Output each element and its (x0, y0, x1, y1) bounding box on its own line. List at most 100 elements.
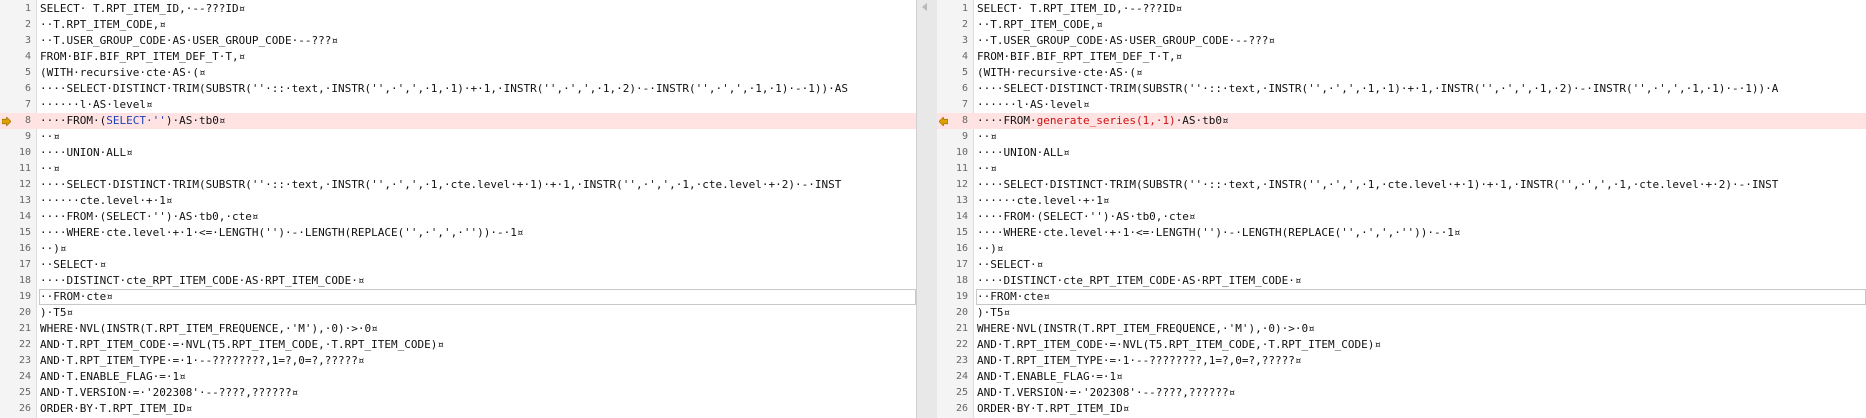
code-text: ······cte.level·+·1¤ (40, 194, 173, 207)
left-code-line[interactable]: 23 AND·T.RPT_ITEM_TYPE·=·1·--????????,1=?… (0, 353, 916, 369)
left-code-line[interactable]: 15 ····WHERE·cte.level·+·1·<=·LENGTH('')·… (0, 225, 916, 241)
code-text: ······l·AS·level¤ (40, 98, 153, 111)
right-code-line[interactable]: 1 SELECT· T.RPT_ITEM_ID,·--???ID¤ (937, 1, 1866, 17)
right-code-line[interactable]: 16 ··)¤ (937, 241, 1866, 257)
line-number: 18 (18, 275, 31, 286)
left-code-line[interactable]: 11 ··¤ (0, 161, 916, 177)
right-code-line[interactable]: 22 AND·T.RPT_ITEM_CODE·=·NVL(T5.RPT_ITEM_… (937, 337, 1866, 353)
left-code-line[interactable]: 8 ····FROM·(SELECT·'')·AS·tb0¤ (0, 113, 916, 129)
right-code-line[interactable]: 12 ····SELECT·DISTINCT·TRIM(SUBSTR(''·::·… (937, 177, 1866, 193)
right-code-line[interactable]: 20)·T5¤ (937, 305, 1866, 321)
right-code-line[interactable]: 5 (WITH·recursive·cte·AS·(¤ (937, 65, 1866, 81)
scroll-left-arrow-icon[interactable] (922, 3, 927, 11)
left-code-line[interactable]: 17 ··SELECT·¤ (0, 257, 916, 273)
code-text: AND·T.RPT_ITEM_CODE·=·NVL(T5.RPT_ITEM_CO… (977, 338, 1381, 351)
code-text: ··)¤ (977, 242, 1004, 255)
code-text-before: ····FROM· (977, 114, 1037, 127)
right-code-line[interactable]: 3 ··T.USER_GROUP_CODE·AS·USER_GROUP_CODE·… (937, 33, 1866, 49)
code-text: AND·T.RPT_ITEM_CODE·=·NVL(T5.RPT_ITEM_CO… (40, 338, 444, 351)
code-text: (WITH·recursive·cte·AS·(¤ (977, 66, 1143, 79)
left-code-line[interactable]: 20)·T5¤ (0, 305, 916, 321)
right-code-line[interactable]: 24 AND·T.ENABLE_FLAG·=·1¤ (937, 369, 1866, 385)
code-text: ····DISTINCT·cte_RPT_ITEM_CODE·AS·RPT_IT… (40, 274, 365, 287)
code-text: ··T.RPT_ITEM_CODE,¤ (977, 18, 1103, 31)
right-code-line[interactable]: 13 ······cte.level·+·1¤ (937, 193, 1866, 209)
code-text: AND·T.RPT_ITEM_TYPE·=·1·--????????,1=?,0… (977, 354, 1302, 367)
right-code-line[interactable]: 4 FROM·BIF.BIF_RPT_ITEM_DEF_T·T,¤ (937, 49, 1866, 65)
left-code-line[interactable]: 16 ··)¤ (0, 241, 916, 257)
left-code-line[interactable]: 24 AND·T.ENABLE_FLAG·=·1¤ (0, 369, 916, 385)
left-code-line[interactable]: 5 (WITH·recursive·cte·AS·(¤ (0, 65, 916, 81)
line-number: 11 (955, 163, 968, 174)
code-text: ORDER·BY·T.RPT_ITEM_ID¤ (977, 402, 1130, 415)
right-code-line[interactable]: 14 ····FROM·(SELECT·'')·AS·tb0,·cte¤ (937, 209, 1866, 225)
code-text: ··T.USER_GROUP_CODE·AS·USER_GROUP_CODE·-… (977, 34, 1276, 47)
right-code-line[interactable]: 26 ORDER·BY·T.RPT_ITEM_ID¤ (937, 401, 1866, 417)
right-code-line[interactable]: 15 ····WHERE·cte.level·+·1·<=·LENGTH('')·… (937, 225, 1866, 241)
right-code-line[interactable]: 10 ····UNION·ALL¤ (937, 145, 1866, 161)
code-text: ··T.RPT_ITEM_CODE,¤ (40, 18, 166, 31)
right-code-line[interactable]: 11 ··¤ (937, 161, 1866, 177)
right-code-line[interactable]: 2 ··T.RPT_ITEM_CODE,¤ (937, 17, 1866, 33)
left-code-line[interactable]: 1 SELECT· T.RPT_ITEM_ID,·--???ID¤ (0, 1, 916, 17)
line-number: 21 (18, 323, 31, 334)
code-text: ····SELECT·DISTINCT·TRIM(SUBSTR(''·::·te… (977, 82, 1779, 95)
left-code-line[interactable]: 3 ··T.USER_GROUP_CODE·AS·USER_GROUP_CODE·… (0, 33, 916, 49)
code-text: ····FROM·(SELECT·'')·AS·tb0,·cte¤ (977, 210, 1196, 223)
left-code-line[interactable]: 14 ····FROM·(SELECT·'')·AS·tb0,·cte¤ (0, 209, 916, 225)
right-code-line[interactable]: 23 AND·T.RPT_ITEM_TYPE·=·1·--????????,1=?… (937, 353, 1866, 369)
line-number: 1 (961, 3, 968, 14)
code-text: ORDER·BY·T.RPT_ITEM_ID¤ (40, 402, 193, 415)
left-code-line[interactable]: 18 ····DISTINCT·cte_RPT_ITEM_CODE·AS·RPT_… (0, 273, 916, 289)
code-text: AND·T.ENABLE_FLAG·=·1¤ (40, 370, 186, 383)
line-number: 16 (955, 243, 968, 254)
left-editor-pane[interactable]: 1 SELECT· T.RPT_ITEM_ID,·--???ID¤ 2 ··T.RPT… (0, 0, 916, 418)
code-text: AND·T.ENABLE_FLAG·=·1¤ (977, 370, 1123, 383)
left-code-line[interactable]: 12 ····SELECT·DISTINCT·TRIM(SUBSTR(''·::·… (0, 177, 916, 193)
line-number: 20 (955, 307, 968, 318)
code-text: ··T.USER_GROUP_CODE·AS·USER_GROUP_CODE·-… (40, 34, 339, 47)
diff-viewer: 1 SELECT· T.RPT_ITEM_ID,·--???ID¤ 2 ··T.RPT… (0, 0, 1866, 418)
line-number: 14 (955, 211, 968, 222)
pane-splitter[interactable] (916, 0, 938, 418)
right-editor-pane[interactable]: 1 SELECT· T.RPT_ITEM_ID,·--???ID¤ 2 ··T.RPT… (937, 0, 1866, 418)
line-number: 3 (24, 35, 31, 46)
right-code-line[interactable]: 8 ····FROM·generate_series(1,·1)·AS·tb0¤ (937, 113, 1866, 129)
code-text: ····FROM·(SELECT·'')·AS·tb0,·cte¤ (40, 210, 259, 223)
right-code-line[interactable]: 25 AND·T.VERSION·=·'202308'·--????,??????… (937, 385, 1866, 401)
left-code-line[interactable]: 25 AND·T.VERSION·=·'202308'·--????,??????… (0, 385, 916, 401)
right-code-line[interactable]: 18 ····DISTINCT·cte_RPT_ITEM_CODE·AS·RPT_… (937, 273, 1866, 289)
right-code-line[interactable]: 7 ······l·AS·level¤ (937, 97, 1866, 113)
code-text: ··)¤ (40, 242, 67, 255)
line-number: 8 (961, 115, 968, 126)
code-text: )·T5¤ (40, 306, 74, 319)
code-text: AND·T.VERSION·=·'202308'·--????,??????¤ (40, 386, 299, 399)
left-code-line[interactable]: 10 ····UNION·ALL¤ (0, 145, 916, 161)
right-code-line[interactable]: 21 WHERE·NVL(INSTR(T.RPT_ITEM_FREQUENCE,·… (937, 321, 1866, 337)
left-code-line[interactable]: 2 ··T.RPT_ITEM_CODE,¤ (0, 17, 916, 33)
right-code-line[interactable]: 9 ··¤ (937, 129, 1866, 145)
diff-highlight: generate_series(1,·1) (1036, 114, 1176, 127)
left-code-line[interactable]: 19 ··FROM·cte¤ (0, 289, 916, 305)
left-code-line[interactable]: 13 ······cte.level·+·1¤ (0, 193, 916, 209)
right-code-line[interactable]: 19 ··FROM·cte¤ (937, 289, 1866, 305)
code-text: ······l·AS·level¤ (977, 98, 1090, 111)
line-number: 21 (955, 323, 968, 334)
left-code-line[interactable]: 21 WHERE·NVL(INSTR(T.RPT_ITEM_FREQUENCE,·… (0, 321, 916, 337)
left-code-line[interactable]: 7 ······l·AS·level¤ (0, 97, 916, 113)
left-code-line[interactable]: 22 AND·T.RPT_ITEM_CODE·=·NVL(T5.RPT_ITEM_… (0, 337, 916, 353)
left-code-line[interactable]: 6 ····SELECT·DISTINCT·TRIM(SUBSTR(''·::·t… (0, 81, 916, 97)
left-code-line[interactable]: 4 FROM·BIF.BIF_RPT_ITEM_DEF_T·T,¤ (0, 49, 916, 65)
line-number: 26 (18, 403, 31, 414)
line-number: 19 (955, 291, 968, 302)
right-code-line[interactable]: 17 ··SELECT·¤ (937, 257, 1866, 273)
line-number: 23 (955, 355, 968, 366)
code-text: SELECT· T.RPT_ITEM_ID,·--???ID¤ (977, 2, 1183, 15)
left-code-line[interactable]: 26 ORDER·BY·T.RPT_ITEM_ID¤ (0, 401, 916, 417)
left-code-line[interactable]: 9 ··¤ (0, 129, 916, 145)
line-number: 12 (955, 179, 968, 190)
code-text: ··SELECT·¤ (40, 258, 107, 271)
code-text: ··SELECT·¤ (977, 258, 1044, 271)
right-code-line[interactable]: 6 ····SELECT·DISTINCT·TRIM(SUBSTR(''·::·t… (937, 81, 1866, 97)
line-number: 22 (18, 339, 31, 350)
